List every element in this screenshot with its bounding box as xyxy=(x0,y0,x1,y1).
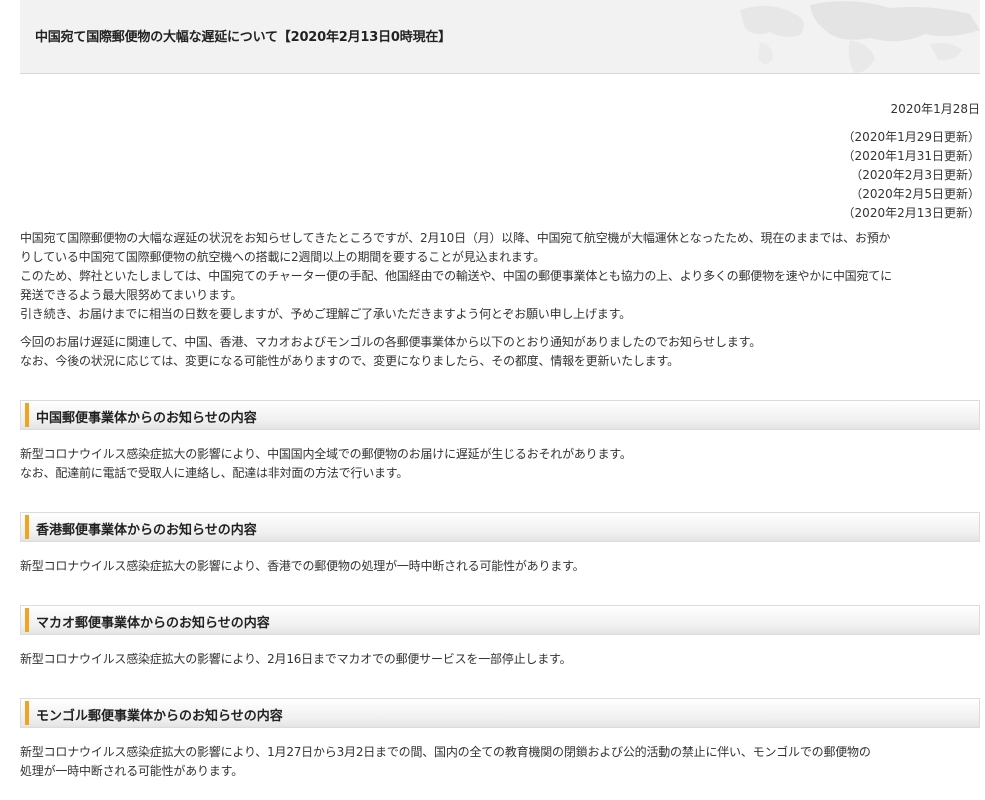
section-mongolia: モンゴル郵便事業体からのお知らせの内容 新型コロナウイルス感染症拡大の影響により… xyxy=(20,698,980,781)
text-line: なお、配達前に電話で受取人に連絡し、配達は非対面の方法で行います。 xyxy=(20,466,409,480)
section-heading: 香港郵便事業体からのお知らせの内容 xyxy=(20,512,980,542)
text-line: 新型コロナウイルス感染症拡大の影響により、1月27日から3月2日までの間、国内の… xyxy=(20,745,871,759)
text-line: このため、弊社といたしましては、中国宛てのチャーター便の手配、他国経由での輸送や… xyxy=(20,269,892,283)
section-body: 新型コロナウイルス感染症拡大の影響により、中国国内全域での郵便物のお届けに遅延が… xyxy=(20,445,980,483)
section-hongkong: 香港郵便事業体からのお知らせの内容 新型コロナウイルス感染症拡大の影響により、香… xyxy=(20,512,980,576)
text-line: 中国宛て国際郵便物の大幅な遅延の状況をお知らせしてきたところですが、2月10日（… xyxy=(20,231,891,245)
section-title: 中国郵便事業体からのお知らせの内容 xyxy=(36,411,257,426)
text-line: 新型コロナウイルス感染症拡大の影響により、香港での郵便物の処理が一時中断される可… xyxy=(20,559,585,573)
section-body: 新型コロナウイルス感染症拡大の影響により、香港での郵便物の処理が一時中断される可… xyxy=(20,557,980,576)
update-date: （2020年1月31日更新） xyxy=(842,149,980,163)
publish-date: 2020年1月28日 xyxy=(890,102,980,116)
page-header: 中国宛て国際郵便物の大幅な遅延について【2020年2月13日0時現在】 xyxy=(20,0,980,74)
heading-accent-bar xyxy=(25,608,29,632)
update-date: （2020年1月29日更新） xyxy=(842,130,980,144)
heading-accent-bar xyxy=(25,701,29,725)
text-line: 処理が一時中断される可能性があります。 xyxy=(20,764,244,778)
page-title: 中国宛て国際郵便物の大幅な遅延について【2020年2月13日0時現在】 xyxy=(35,30,451,45)
heading-accent-bar xyxy=(25,515,29,539)
text-line: りしている中国宛て国際郵便物の航空機への搭載に2週間以上の期間を要することが見込… xyxy=(20,250,546,264)
update-date: （2020年2月5日更新） xyxy=(850,187,980,201)
section-heading: マカオ郵便事業体からのお知らせの内容 xyxy=(20,605,980,635)
text-line: なお、今後の状況に応じては、変更になる可能性がありますので、変更になりましたら、… xyxy=(20,354,679,368)
intro-paragraph-1: 中国宛て国際郵便物の大幅な遅延の状況をお知らせしてきたところですが、2月10日（… xyxy=(20,229,980,324)
section-heading: 中国郵便事業体からのお知らせの内容 xyxy=(20,400,980,430)
text-line: 新型コロナウイルス感染症拡大の影響により、2月16日までマカオでの郵便サービスを… xyxy=(20,652,572,666)
date-block: 2020年1月28日 （2020年1月29日更新） （2020年1月31日更新）… xyxy=(20,100,980,223)
section-body: 新型コロナウイルス感染症拡大の影響により、2月16日までマカオでの郵便サービスを… xyxy=(20,650,980,669)
section-macau: マカオ郵便事業体からのお知らせの内容 新型コロナウイルス感染症拡大の影響により、… xyxy=(20,605,980,669)
update-date: （2020年2月3日更新） xyxy=(850,168,980,182)
page: 中国宛て国際郵便物の大幅な遅延について【2020年2月13日0時現在】 2020… xyxy=(20,0,980,781)
section-body: 新型コロナウイルス感染症拡大の影響により、1月27日から3月2日までの間、国内の… xyxy=(20,743,980,781)
update-date: （2020年2月13日更新） xyxy=(842,206,980,220)
text-line: 新型コロナウイルス感染症拡大の影響により、中国国内全域での郵便物のお届けに遅延が… xyxy=(20,447,632,461)
intro-paragraph-2: 今回のお届け遅延に関連して、中国、香港、マカオおよびモンゴルの各郵便事業体から以… xyxy=(20,333,980,371)
heading-accent-bar xyxy=(25,403,29,427)
text-line: 今回のお届け遅延に関連して、中国、香港、マカオおよびモンゴルの各郵便事業体から以… xyxy=(20,335,762,349)
text-line: 引き続き、お届けまでに相当の日数を要しますが、予めご理解ご了承いただきますよう何… xyxy=(20,307,631,321)
section-title: マカオ郵便事業体からのお知らせの内容 xyxy=(36,616,270,631)
world-map-graphic xyxy=(740,1,980,73)
section-title: 香港郵便事業体からのお知らせの内容 xyxy=(36,523,257,538)
section-title: モンゴル郵便事業体からのお知らせの内容 xyxy=(36,709,283,724)
section-heading: モンゴル郵便事業体からのお知らせの内容 xyxy=(20,698,980,728)
intro-text: 中国宛て国際郵便物の大幅な遅延の状況をお知らせしてきたところですが、2月10日（… xyxy=(20,229,980,371)
text-line: 発送できるよう最大限努めてまいります。 xyxy=(20,288,243,302)
section-china: 中国郵便事業体からのお知らせの内容 新型コロナウイルス感染症拡大の影響により、中… xyxy=(20,400,980,483)
